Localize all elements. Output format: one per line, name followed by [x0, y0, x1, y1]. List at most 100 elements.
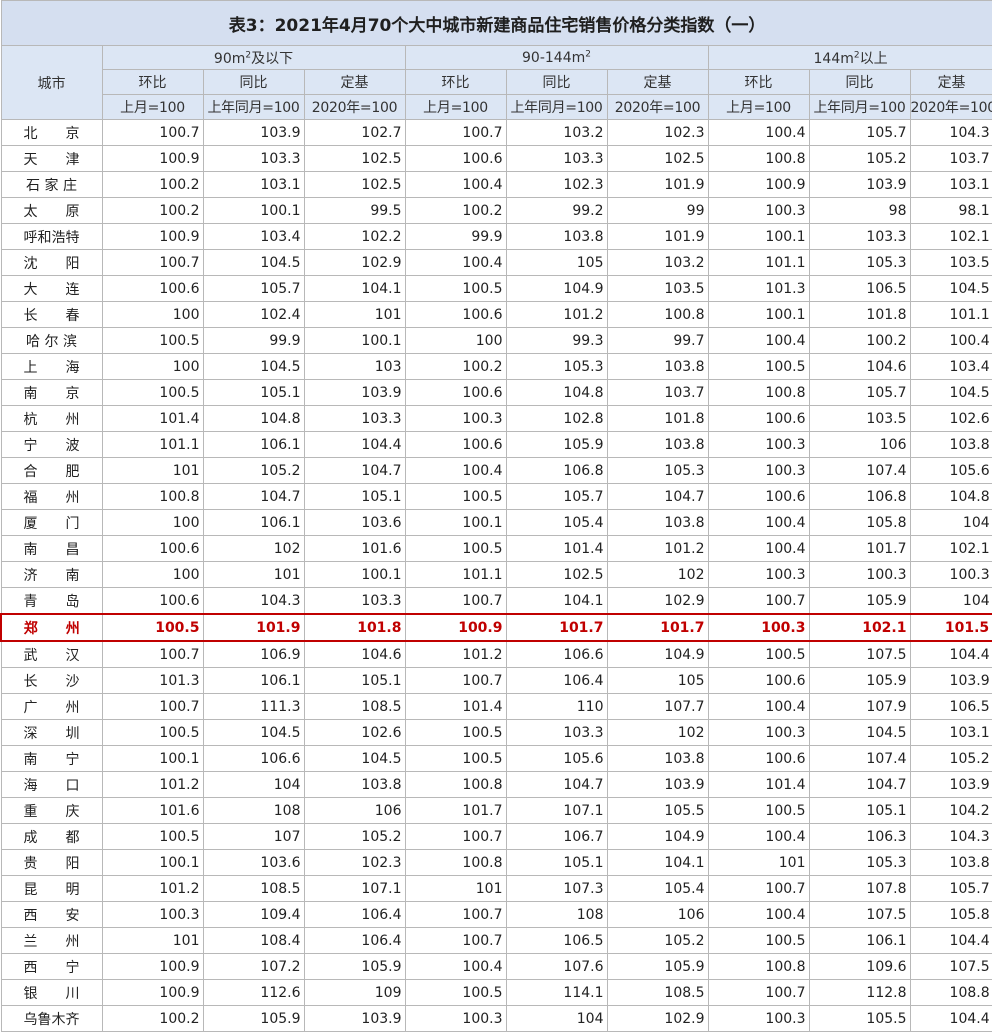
value-cell: 104.4 [909, 927, 992, 954]
value-cell: 100.5 [101, 613, 204, 642]
value-cell: 100.5 [101, 327, 204, 354]
value-cell: 100.3 [404, 1005, 507, 1032]
value-cell: 104.1 [303, 275, 406, 302]
table-row: 宁 波 101.1 106.1 104.4 100.6 105.9 103.8 100.3 10… [0, 431, 992, 458]
city-cell: 大 连 [0, 275, 103, 302]
value-cell: 102.5 [303, 145, 406, 172]
value-cell: 100.9 [404, 613, 507, 642]
value-cell: 105.9 [808, 667, 911, 694]
value-cell: 100 [101, 509, 204, 536]
city-cell: 福 州 [0, 483, 103, 510]
value-cell: 100.3 [404, 405, 507, 432]
value-cell: 101.1 [404, 561, 507, 588]
value-cell: 105.6 [909, 457, 992, 484]
value-cell: 107.1 [303, 875, 406, 902]
value-cell: 100.4 [707, 693, 810, 720]
table-row: 北 京 100.7 103.9 102.7 100.7 103.2 102.3 100.4 10… [0, 119, 992, 146]
value-cell: 100.1 [404, 509, 507, 536]
value-cell: 101.5 [909, 613, 992, 642]
table-row: 广 州 100.7 111.3 108.5 101.4 110 107.7 100.4 107.… [0, 693, 992, 720]
city-cell: 杭 州 [0, 405, 103, 432]
city-cell: 重 庆 [0, 797, 103, 824]
value-cell: 105.2 [909, 745, 992, 772]
city-cell: 乌鲁木齐 [0, 1005, 103, 1032]
value-cell: 100 [101, 561, 204, 588]
value-cell: 103.9 [909, 667, 992, 694]
value-cell: 100.9 [101, 979, 204, 1006]
value-cell: 100.5 [707, 797, 810, 824]
value-cell: 104.2 [909, 797, 992, 824]
value-cell: 106.1 [808, 927, 911, 954]
value-cell: 100.6 [707, 745, 810, 772]
table-row: 哈 尔 滨 100.5 99.9 100.1 100 99.3 99.7 100.4 100.2… [0, 327, 992, 354]
city-cell: 广 州 [0, 693, 103, 720]
value-cell: 103.4 [909, 353, 992, 380]
value-cell: 105.1 [505, 849, 608, 876]
value-cell: 100.7 [101, 640, 204, 668]
group-header-large: 144m2以上 [707, 45, 992, 70]
value-cell: 101.8 [808, 301, 911, 328]
value-cell: 100.7 [101, 693, 204, 720]
value-cell: 106.4 [303, 927, 406, 954]
sub-header: 同比 [202, 69, 305, 95]
value-cell: 105.7 [909, 875, 992, 902]
value-cell: 106.6 [202, 745, 305, 772]
value-cell: 100.5 [404, 275, 507, 302]
value-cell: 103.3 [202, 145, 305, 172]
value-cell: 100.8 [404, 849, 507, 876]
value-cell: 112.8 [808, 979, 911, 1006]
value-cell: 108 [202, 797, 305, 824]
value-cell: 100 [101, 301, 204, 328]
value-cell: 105.6 [505, 745, 608, 772]
value-cell: 101.6 [101, 797, 204, 824]
value-cell: 107.1 [505, 797, 608, 824]
value-cell: 107.2 [202, 953, 305, 980]
value-cell: 109.4 [202, 901, 305, 928]
value-cell: 105.8 [909, 901, 992, 928]
value-cell: 105.9 [202, 1005, 305, 1032]
value-cell: 100.3 [101, 901, 204, 928]
value-cell: 101.4 [404, 693, 507, 720]
value-cell: 106 [606, 901, 709, 928]
table-row: 呼和浩特 100.9 103.4 102.2 99.9 103.8 101.9 100.1 10… [0, 223, 992, 250]
table-row: 上 海 100 104.5 103 100.2 105.3 103.8 100.5 104.6 1… [0, 353, 992, 380]
value-cell: 104 [909, 509, 992, 536]
value-cell: 103.8 [606, 745, 709, 772]
value-cell: 102.5 [303, 171, 406, 198]
value-cell: 104.1 [505, 587, 608, 615]
table-row: 合 肥 101 105.2 104.7 100.4 106.8 105.3 100.3 107.… [0, 457, 992, 484]
value-cell: 103.5 [808, 405, 911, 432]
value-cell: 105.9 [303, 953, 406, 980]
table-row: 长 春 100 102.4 101 100.6 101.2 100.8 100.1 101.8 1… [0, 301, 992, 328]
value-cell: 100.5 [707, 927, 810, 954]
value-cell: 99.7 [606, 327, 709, 354]
value-cell: 102.2 [303, 223, 406, 250]
value-cell: 100.1 [202, 197, 305, 224]
value-cell: 106.9 [202, 640, 305, 668]
value-cell: 110 [505, 693, 608, 720]
value-cell: 103.8 [606, 431, 709, 458]
value-cell: 107 [202, 823, 305, 850]
city-cell: 济 南 [0, 561, 103, 588]
value-cell: 105.2 [606, 927, 709, 954]
value-cell: 100.4 [909, 327, 992, 354]
value-cell: 108 [505, 901, 608, 928]
city-cell: 天 津 [0, 145, 103, 172]
value-cell: 98 [808, 197, 911, 224]
price-index-table: 表3：2021年4月70个大中城市新建商品住宅销售价格分类指数（一） 城市 90… [0, 0, 992, 1032]
table-row: 沈 阳 100.7 104.5 102.9 100.4 105 103.2 101.1 105.… [0, 249, 992, 276]
value-cell: 103.9 [606, 771, 709, 798]
base-header: 上年同月=100 [505, 94, 608, 120]
value-cell: 114.1 [505, 979, 608, 1006]
table-row: 厦 门 100 106.1 103.6 100.1 105.4 103.8 100.4 105.… [0, 509, 992, 536]
value-cell: 100.1 [707, 301, 810, 328]
value-cell: 102.1 [909, 535, 992, 562]
value-cell: 105 [505, 249, 608, 276]
value-cell: 100.5 [101, 823, 204, 850]
value-cell: 100.3 [707, 457, 810, 484]
value-cell: 101.4 [101, 405, 204, 432]
value-cell: 104.5 [303, 745, 406, 772]
table-row: 杭 州 101.4 104.8 103.3 100.3 102.8 101.8 100.6 10… [0, 405, 992, 432]
table-row: 贵 阳 100.1 103.6 102.3 100.8 105.1 104.1 101 105.… [0, 849, 992, 876]
value-cell: 107.4 [808, 745, 911, 772]
